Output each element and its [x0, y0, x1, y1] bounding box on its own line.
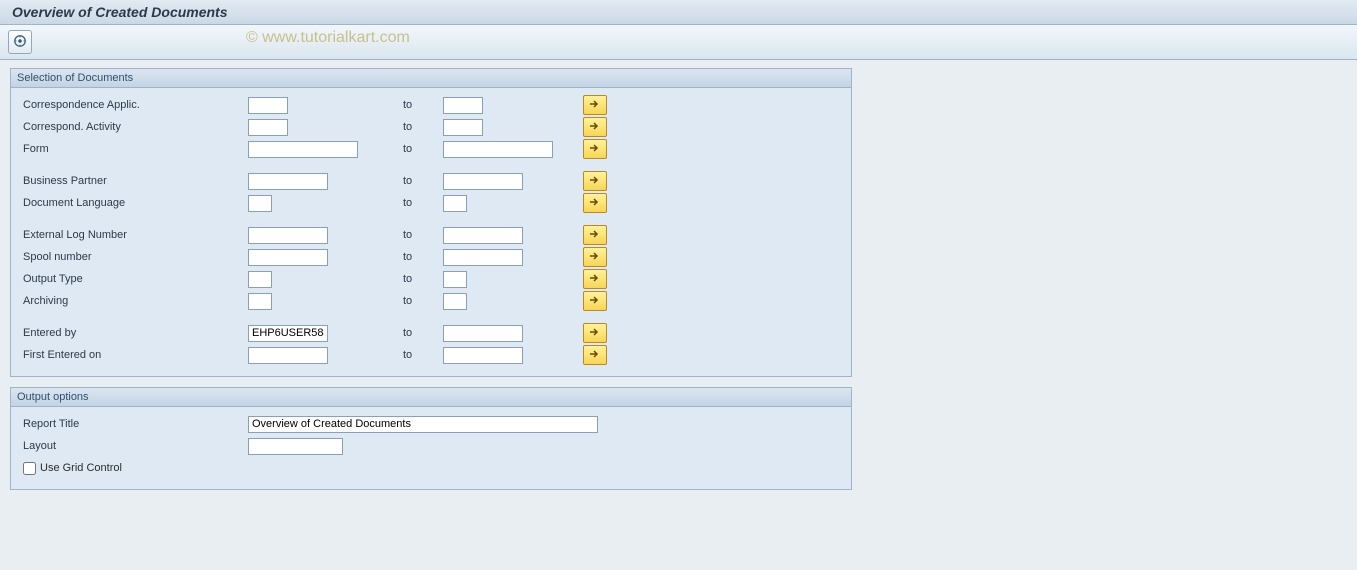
use-grid-label: Use Grid Control [40, 462, 122, 474]
out-type-from-input[interactable] [248, 271, 272, 288]
entered-by-multiselect-button[interactable] [583, 323, 607, 343]
doc-lang-label: Document Language [17, 197, 248, 209]
to-label: to [403, 229, 443, 241]
doc-lang-multiselect-button[interactable] [583, 193, 607, 213]
entered-by-from-input[interactable] [248, 325, 328, 342]
selection-panel-title: Selection of Documents [11, 69, 851, 88]
arrow-right-icon [589, 99, 601, 112]
bpartner-label: Business Partner [17, 175, 248, 187]
arrow-right-icon [589, 273, 601, 286]
to-label: to [403, 121, 443, 133]
to-label: to [403, 143, 443, 155]
form-label: Form [17, 143, 248, 155]
corr-activity-from-input[interactable] [248, 119, 288, 136]
application-toolbar: © www.tutorialkart.com [0, 25, 1357, 60]
archiving-label: Archiving [17, 295, 248, 307]
arrow-right-icon [589, 197, 601, 210]
entered-on-from-input[interactable] [248, 347, 328, 364]
output-options-title: Output options [11, 388, 851, 407]
selection-panel: Selection of Documents Correspondence Ap… [10, 68, 852, 377]
layout-label: Layout [17, 440, 248, 452]
title-bar: Overview of Created Documents [0, 0, 1357, 25]
form-from-input[interactable] [248, 141, 358, 158]
corr-activity-label: Correspond. Activity [17, 121, 248, 133]
corr-applic-from-input[interactable] [248, 97, 288, 114]
arrow-right-icon [589, 251, 601, 264]
bpartner-to-input[interactable] [443, 173, 523, 190]
layout-input[interactable] [248, 438, 343, 455]
ext-log-label: External Log Number [17, 229, 248, 241]
to-label: to [403, 295, 443, 307]
out-type-multiselect-button[interactable] [583, 269, 607, 289]
to-label: to [403, 273, 443, 285]
output-options-panel: Output options Report Title Layout Use G… [10, 387, 852, 490]
to-label: to [403, 197, 443, 209]
doc-lang-from-input[interactable] [248, 195, 272, 212]
arrow-right-icon [589, 349, 601, 362]
entered-by-to-input[interactable] [443, 325, 523, 342]
use-grid-checkbox[interactable] [23, 462, 36, 475]
corr-applic-to-input[interactable] [443, 97, 483, 114]
entered-on-label: First Entered on [17, 349, 248, 361]
spool-multiselect-button[interactable] [583, 247, 607, 267]
archiving-from-input[interactable] [248, 293, 272, 310]
to-label: to [403, 327, 443, 339]
entered-on-multiselect-button[interactable] [583, 345, 607, 365]
to-label: to [403, 99, 443, 111]
doc-lang-to-input[interactable] [443, 195, 467, 212]
arrow-right-icon [589, 143, 601, 156]
ext-log-to-input[interactable] [443, 227, 523, 244]
to-label: to [403, 175, 443, 187]
execute-button[interactable] [8, 30, 32, 54]
report-title-label: Report Title [17, 418, 248, 430]
out-type-label: Output Type [17, 273, 248, 285]
corr-applic-label: Correspondence Applic. [17, 99, 248, 111]
form-to-input[interactable] [443, 141, 553, 158]
spool-label: Spool number [17, 251, 248, 263]
corr-activity-to-input[interactable] [443, 119, 483, 136]
ext-log-multiselect-button[interactable] [583, 225, 607, 245]
out-type-to-input[interactable] [443, 271, 467, 288]
bpartner-from-input[interactable] [248, 173, 328, 190]
watermark-text: © www.tutorialkart.com [246, 29, 410, 47]
arrow-right-icon [589, 327, 601, 340]
bpartner-multiselect-button[interactable] [583, 171, 607, 191]
arrow-right-icon [589, 121, 601, 134]
arrow-right-icon [589, 295, 601, 308]
execute-icon [13, 34, 27, 51]
ext-log-from-input[interactable] [248, 227, 328, 244]
spool-from-input[interactable] [248, 249, 328, 266]
spool-to-input[interactable] [443, 249, 523, 266]
screen-title: Overview of Created Documents [12, 4, 228, 20]
archiving-multiselect-button[interactable] [583, 291, 607, 311]
entered-on-to-input[interactable] [443, 347, 523, 364]
entered-by-label: Entered by [17, 327, 248, 339]
to-label: to [403, 251, 443, 263]
arrow-right-icon [589, 229, 601, 242]
arrow-right-icon [589, 175, 601, 188]
form-multiselect-button[interactable] [583, 139, 607, 159]
corr-activity-multiselect-button[interactable] [583, 117, 607, 137]
archiving-to-input[interactable] [443, 293, 467, 310]
corr-applic-multiselect-button[interactable] [583, 95, 607, 115]
report-title-input[interactable] [248, 416, 598, 433]
to-label: to [403, 349, 443, 361]
